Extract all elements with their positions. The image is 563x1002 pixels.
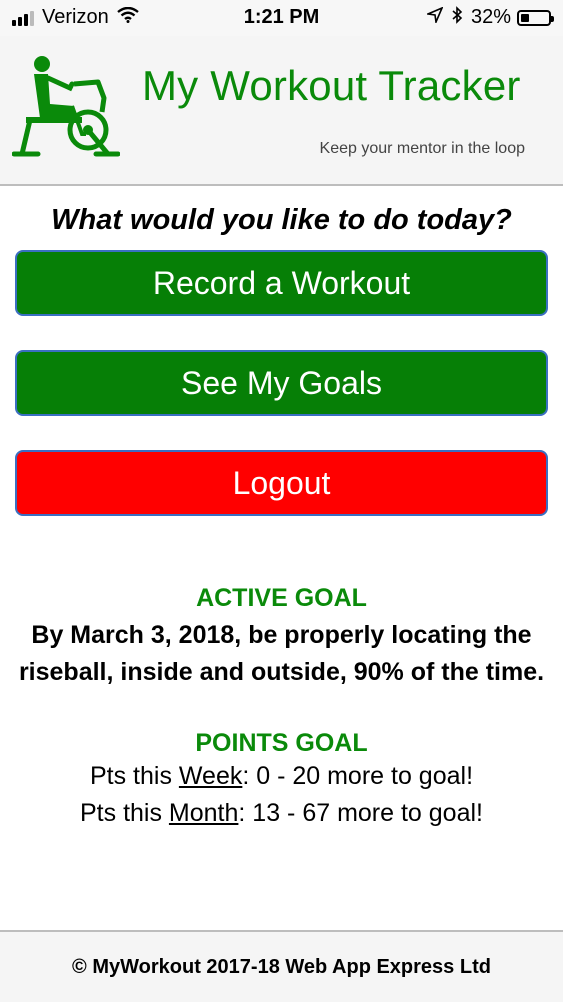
active-goal-text: By March 3, 2018, be properly locating t… (18, 621, 545, 686)
battery-icon (517, 9, 554, 26)
logout-button[interactable]: Logout (15, 450, 548, 516)
location-arrow-icon (425, 6, 444, 28)
see-goals-button[interactable]: See My Goals (15, 350, 548, 416)
battery-percent: 32% (470, 6, 511, 28)
active-goal-heading: ACTIVE GOAL (196, 584, 367, 612)
points-month-line: Pts this Month: 13 - 67 more to goal! (0, 795, 563, 832)
points-week-line: Pts this Week: 0 - 20 more to goal! (0, 758, 563, 795)
points-week-prefix: Pts this (89, 762, 179, 790)
app-header: My Workout Tracker Keep your mentor in t… (0, 36, 563, 186)
points-month-suffix: : 13 - 67 more to goal! (238, 799, 483, 827)
exercise-bike-icon (11, 54, 121, 162)
page-footer: © MyWorkout 2017-18 Web App Express Ltd (0, 930, 563, 1002)
status-bar: Verizon 1:21 PM 32% (0, 0, 563, 36)
status-right: 32% (425, 6, 554, 29)
page-prompt: What would you like to do today? (51, 204, 512, 236)
points-goal-heading: POINTS GOAL (195, 729, 368, 757)
app-title: My Workout Tracker (142, 62, 521, 109)
points-week-suffix: : 0 - 20 more to goal! (242, 762, 474, 790)
points-month-prefix: Pts this (80, 799, 169, 827)
points-week-period: Week (178, 762, 243, 790)
app-tagline: Keep your mentor in the loop (319, 140, 525, 157)
record-workout-button[interactable]: Record a Workout (15, 250, 548, 316)
bluetooth-icon (451, 6, 463, 29)
points-month-period: Month (168, 799, 239, 827)
